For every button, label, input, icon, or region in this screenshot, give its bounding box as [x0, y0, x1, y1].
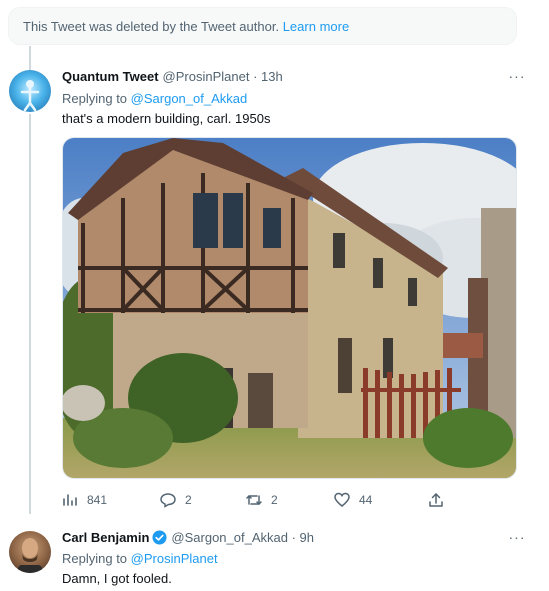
author-handle[interactable]: @Sargon_of_Akkad · 9h — [171, 530, 314, 545]
mention-link[interactable]: @Sargon_of_Akkad — [131, 91, 248, 106]
replying-to-label: Replying to — [62, 91, 131, 106]
views-count: 841 — [87, 493, 108, 507]
more-options-icon[interactable]: ··· — [507, 69, 527, 88]
tweet-header: Carl Benjamin @Sargon_of_Akkad · 9h — [62, 530, 314, 545]
replying-to: Replying to @Sargon_of_Akkad — [62, 91, 247, 106]
share-action[interactable] — [428, 490, 453, 510]
thread-connector — [29, 46, 31, 70]
retweet-icon — [246, 495, 262, 505]
avatar[interactable] — [9, 70, 51, 112]
mention-link[interactable]: @ProsinPlanet — [131, 551, 218, 566]
share-icon — [429, 493, 443, 507]
avatar[interactable] — [9, 531, 51, 573]
deleted-tweet-notice: This Tweet was deleted by the Tweet auth… — [8, 7, 517, 45]
replying-to: Replying to @ProsinPlanet — [62, 551, 218, 566]
thread-connector — [29, 114, 31, 514]
avatar-figure-icon — [20, 80, 40, 112]
house-photo-image — [63, 138, 516, 478]
more-options-icon[interactable]: ··· — [507, 530, 527, 549]
views-chart-icon — [63, 494, 77, 506]
tweet-header: Quantum Tweet @ProsinPlanet · 13h — [62, 69, 283, 84]
tweet-text: Damn, I got fooled. — [62, 571, 172, 586]
reply-bubble-icon — [160, 493, 176, 508]
like-action[interactable]: 44 — [334, 490, 372, 510]
replying-to-label: Replying to — [62, 551, 131, 566]
verified-badge-icon — [152, 530, 167, 545]
deleted-notice-text: This Tweet was deleted by the Tweet auth… — [23, 19, 280, 34]
heart-icon — [334, 492, 350, 507]
tweet-actions: 841 2 2 44 — [62, 490, 462, 510]
tweet-text: that's a modern building, carl. 1950s — [62, 111, 271, 126]
avatar-person-icon — [18, 538, 42, 573]
reply-action[interactable]: 2 — [160, 490, 192, 510]
retweet-count: 2 — [271, 493, 278, 507]
learn-more-link[interactable]: Learn more — [283, 19, 349, 34]
like-count: 44 — [359, 493, 373, 507]
author-name[interactable]: Carl Benjamin — [62, 530, 149, 545]
author-name[interactable]: Quantum Tweet — [62, 69, 159, 84]
tweet-photo[interactable] — [62, 137, 517, 479]
retweet-action[interactable]: 2 — [246, 490, 278, 510]
author-handle[interactable]: @ProsinPlanet · 13h — [163, 69, 283, 84]
reply-count: 2 — [185, 493, 192, 507]
views-action[interactable]: 841 — [62, 490, 107, 510]
